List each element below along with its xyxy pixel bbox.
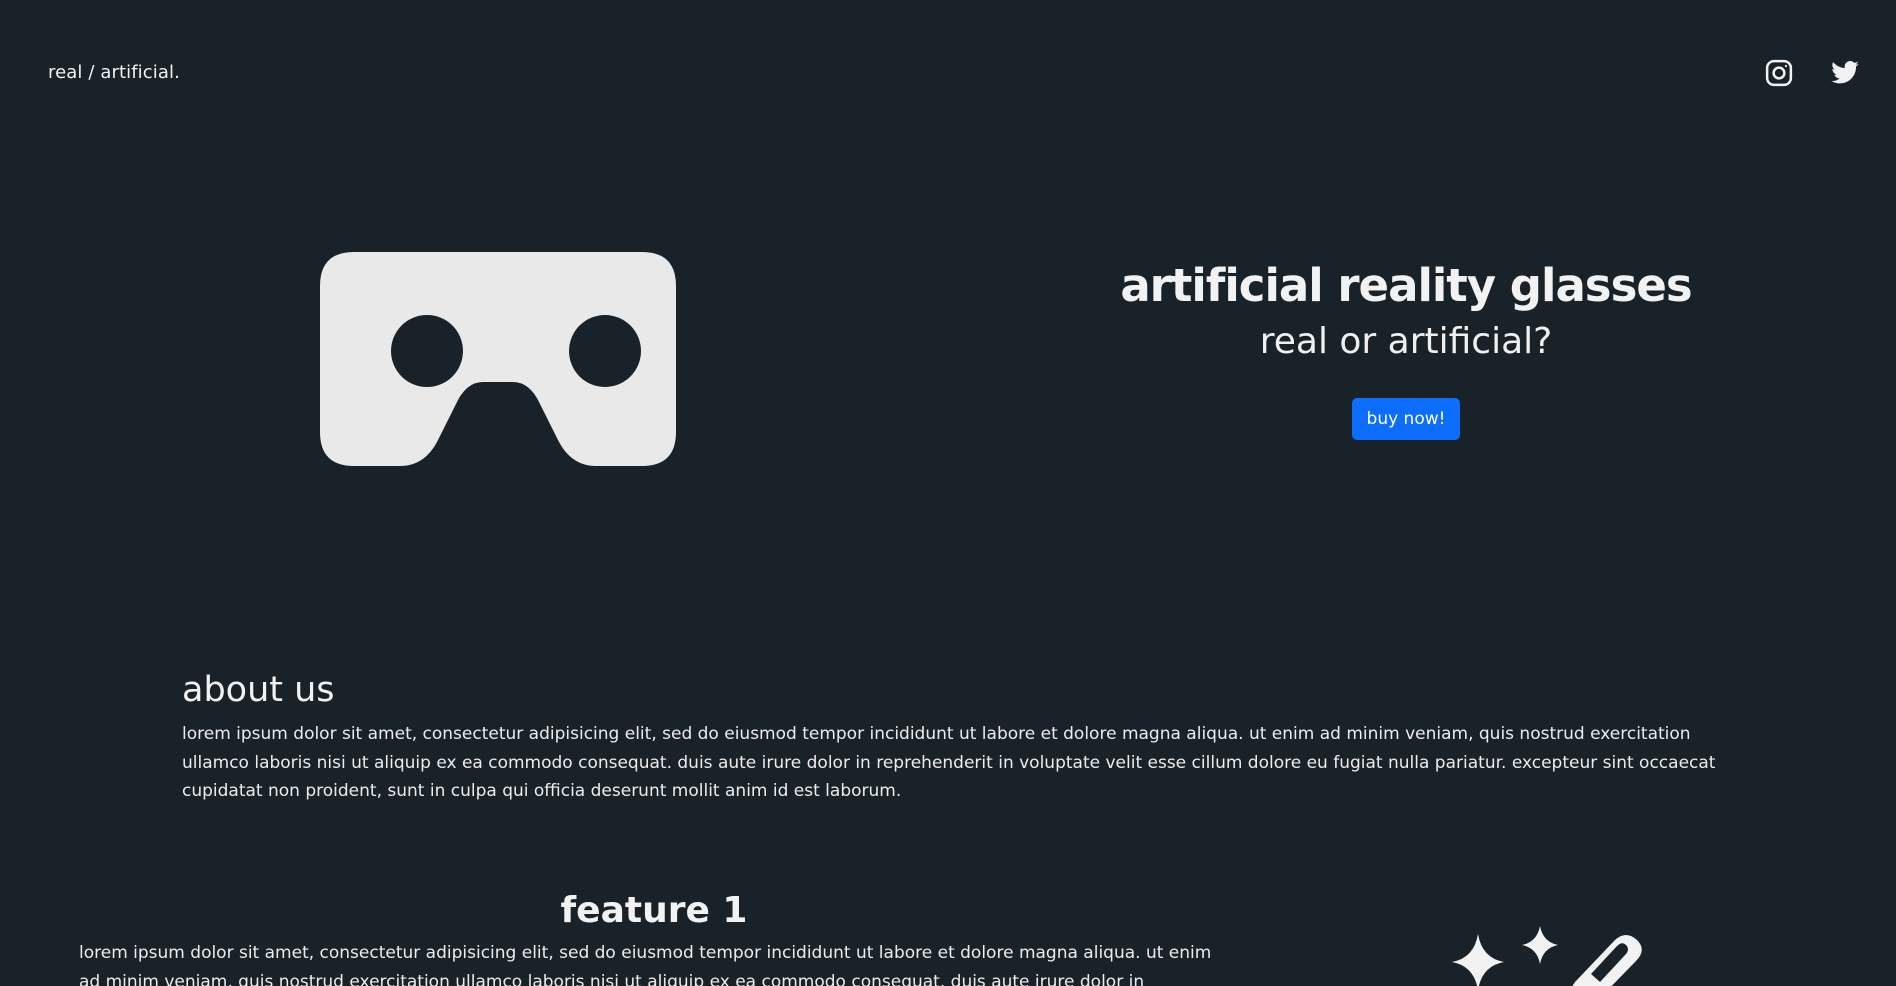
vr-headset-icon: [320, 252, 676, 466]
buy-now-button[interactable]: buy now!: [1351, 397, 1461, 440]
social-links: [1764, 58, 1860, 88]
twitter-link[interactable]: [1830, 58, 1860, 88]
feature-1-text: lorem ipsum dolor sit amet, consectetur …: [79, 943, 1212, 986]
brand-logo[interactable]: real / artificial.: [48, 62, 180, 83]
instagram-icon: [1765, 59, 1793, 87]
hero-section: artificial reality glasses real or artif…: [1060, 260, 1752, 440]
about-heading: about us: [182, 670, 335, 710]
hero-title: artificial reality glasses: [1120, 259, 1692, 312]
instagram-link[interactable]: [1764, 58, 1794, 88]
feature-1-section: feature 1 lorem ipsum dolor sit amet, co…: [79, 890, 1229, 986]
feature-1-heading: feature 1: [560, 890, 748, 931]
page: real / artificial. artificial reality gl…: [0, 0, 1896, 986]
twitter-icon: [1831, 61, 1859, 84]
about-text: lorem ipsum dolor sit amet, consectetur …: [182, 724, 1716, 801]
about-section: about us lorem ipsum dolor sit amet, con…: [182, 670, 1722, 806]
hero-subtitle: real or artificial?: [1259, 320, 1553, 362]
magic-wand-sparkles-icon: [1452, 926, 1642, 986]
